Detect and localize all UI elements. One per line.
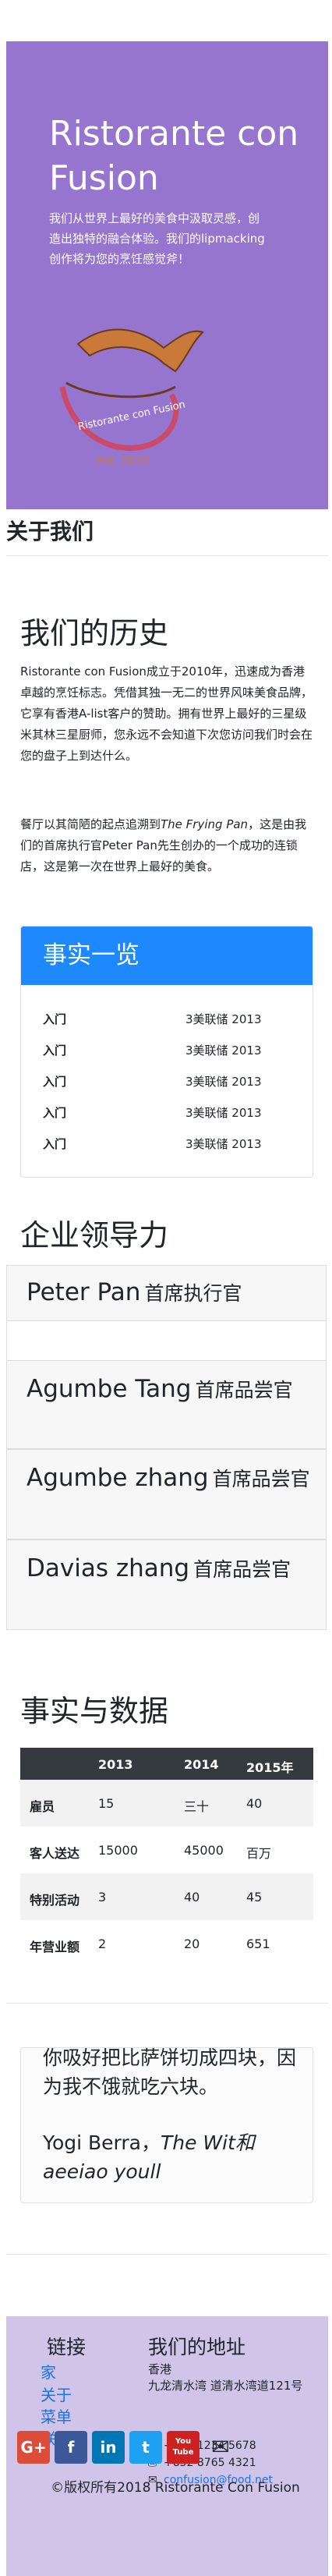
leader-role: 首席品尝官 (193, 1558, 291, 1581)
table-header: 2013 2014 2015年 (20, 1748, 313, 1780)
table-row: 客人送达 15000 45000 百万 (30, 1843, 272, 1861)
hero-banner: Ristorante con Fusion 我们从世界上最好的美食中汲取灵感，创… (6, 41, 328, 509)
mail-icon[interactable]: ✉ (204, 2431, 237, 2464)
facts-title: 事实一览 (21, 927, 313, 985)
footer-link-about[interactable]: 关于 (41, 2383, 72, 2405)
google-plus-icon[interactable]: G+ (17, 2431, 50, 2464)
leader-card-body (6, 1321, 327, 1360)
history-title: 我们的历史 (20, 616, 169, 650)
hero-title: Ristorante con Fusion (49, 114, 299, 198)
leader-role: 首席品尝官 (212, 1468, 310, 1490)
footer-link-menu[interactable]: 菜单 (41, 2404, 72, 2427)
facebook-icon[interactable]: f (55, 2431, 87, 2464)
stats-table: 2013 2014 2015年 雇员 15 三十 40 客人送达 15000 45000 百… (20, 1748, 313, 1967)
leader-name: Agumbe zhang (26, 1464, 209, 1492)
leader-card-header[interactable]: Agumbe Tang 首席品尝官 (6, 1360, 327, 1449)
logo-est: Est. 2013 (97, 455, 149, 468)
footer-address-title: 我们的地址 (148, 2336, 246, 2358)
facts-card: 事实一览 入门 3美联储 2013 入门 3美联储 2013 入门 3美联储 2013… (20, 926, 313, 1178)
quote-card: 你吸好把比萨饼切成四块，因为我不饿就吃六块。 Yogi Berra，The Wi… (20, 2047, 313, 2203)
leader-name: Davias zhang (26, 1554, 190, 1582)
stats-title: 事实与数据 (20, 1694, 169, 1728)
footer-address: 香港 九龙清水湾 道清水湾道121号 (148, 2362, 303, 2393)
leader-name: Peter Pan (26, 1278, 141, 1306)
linkedin-icon[interactable]: in (92, 2431, 125, 2464)
divider (6, 2003, 328, 2004)
footer-phone: ☎+852 1234 5678 (148, 2440, 256, 2452)
footer-links-title: 链接 (47, 2336, 87, 2358)
restaurant-logo: Ristorante con Fusion Est. 2013 (59, 328, 204, 468)
about-title: 关于我们 (6, 519, 94, 544)
footer-link-home[interactable]: 家 (41, 2360, 56, 2383)
divider (6, 2254, 328, 2255)
hero-description: 我们从世界上最好的美食中汲取灵感，创造出独特的融合体验。我们的lipmackin… (49, 211, 265, 266)
quote-text: 你吸好把比萨饼切成四块，因为我不饿就吃六块。 (43, 2047, 297, 2098)
quote-citation: Yogi Berra，The Wit和aeeiao youll (43, 2131, 255, 2183)
history-paragraph-1: Ristorante con Fusion成立于2010年，迅速成为香港卓越的烹… (20, 664, 313, 763)
footer-fax: ⎙+852 8765 4321 (148, 2457, 256, 2469)
youtube-icon[interactable]: You Tube (167, 2431, 200, 2464)
leader-name: Agumbe Tang (26, 1375, 192, 1403)
leader-card-header[interactable]: Davias zhang 首席品尝官 (6, 1540, 327, 1630)
history-paragraph-2: 餐厅以其简陋的起点追溯到The Frying Pan，这是由我们的首席执行官Pe… (20, 817, 307, 873)
table-row: 雇员 15 三十 40 (20, 1780, 313, 1827)
table-row: 特别活动 3 40 45 (20, 1873, 313, 1920)
twitter-icon[interactable]: t (129, 2431, 162, 2464)
leader-card-header[interactable]: Peter Pan 首席执行官 (6, 1265, 327, 1321)
leader-card-header[interactable]: Agumbe zhang 首席品尝官 (6, 1449, 327, 1540)
leader-role: 首席品尝官 (195, 1379, 293, 1401)
copyright: ©版权所有2018 Ristorante Con Fusion (51, 2480, 300, 2496)
table-row: 年营业额 2 20 651 (30, 1936, 270, 1954)
divider (6, 555, 328, 556)
leader-role: 首席执行官 (144, 1282, 242, 1305)
leadership-title: 企业领导力 (20, 1218, 169, 1253)
